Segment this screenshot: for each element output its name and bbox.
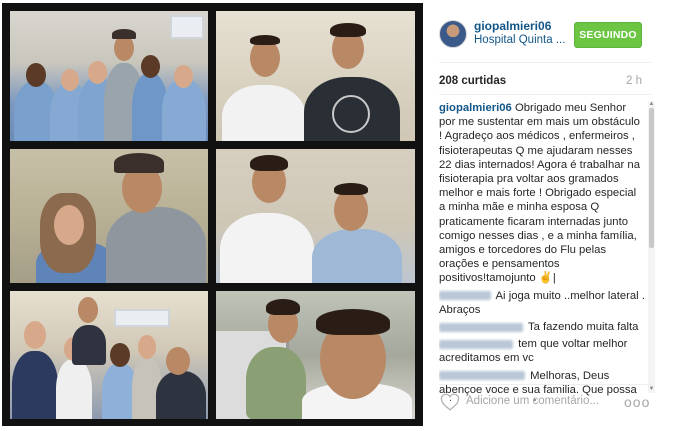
caption-username[interactable]: giopalmieri06 (439, 102, 512, 114)
post-details-panel: giopalmieri06 Hospital Quinta ... SEGUIN… (430, 0, 682, 431)
scroll-down-arrow-icon[interactable]: ▼ (648, 386, 655, 393)
post-author-username[interactable]: giopalmieri06 (474, 19, 551, 33)
comments-scrollbar-thumb[interactable] (649, 108, 654, 248)
comments-list[interactable]: giopalmieri06 Obrigado meu Senhor por me… (439, 101, 645, 401)
collage-photo-6 (216, 291, 415, 419)
comment-text: Ta fazendo muita falta (527, 321, 639, 334)
comment-username-redacted[interactable] (439, 371, 525, 381)
comment-item: Ta fazendo muita falta (439, 320, 645, 334)
collage-photo-2 (216, 11, 415, 141)
comment-item: tem que voltar melhor acreditamos em vc (439, 337, 645, 365)
collage-photo-3 (10, 149, 208, 283)
likes-count[interactable]: 208 curtidas (439, 75, 506, 87)
scroll-up-arrow-icon[interactable]: ▲ (648, 101, 655, 108)
avatar[interactable] (439, 20, 467, 48)
caption: giopalmieri06 Obrigado meu Senhor por me… (439, 101, 645, 286)
following-button[interactable]: SEGUINDO (574, 22, 642, 48)
comment-username-redacted[interactable] (439, 339, 513, 349)
collage-photo-1 (10, 11, 208, 141)
heart-icon[interactable] (440, 393, 460, 411)
comment-item: Ai joga muito ..melhor lateral . Abraços (439, 289, 645, 317)
stats-divider (439, 94, 652, 95)
more-options-icon[interactable]: ooo (624, 394, 650, 410)
caption-text: Obrigado meu Senhor por me sustentar em … (439, 102, 640, 285)
post-time: 2 h (626, 75, 642, 87)
collage-photo-5 (10, 291, 208, 419)
header-divider (439, 62, 652, 63)
comment-username-redacted[interactable] (439, 291, 491, 301)
add-comment-input[interactable] (466, 395, 606, 407)
collage-photo-4 (216, 149, 415, 283)
comment-username-redacted[interactable] (439, 322, 523, 332)
post-photo-collage[interactable] (2, 3, 423, 426)
post-location[interactable]: Hospital Quinta ... (474, 34, 589, 46)
footer-divider (439, 384, 652, 385)
